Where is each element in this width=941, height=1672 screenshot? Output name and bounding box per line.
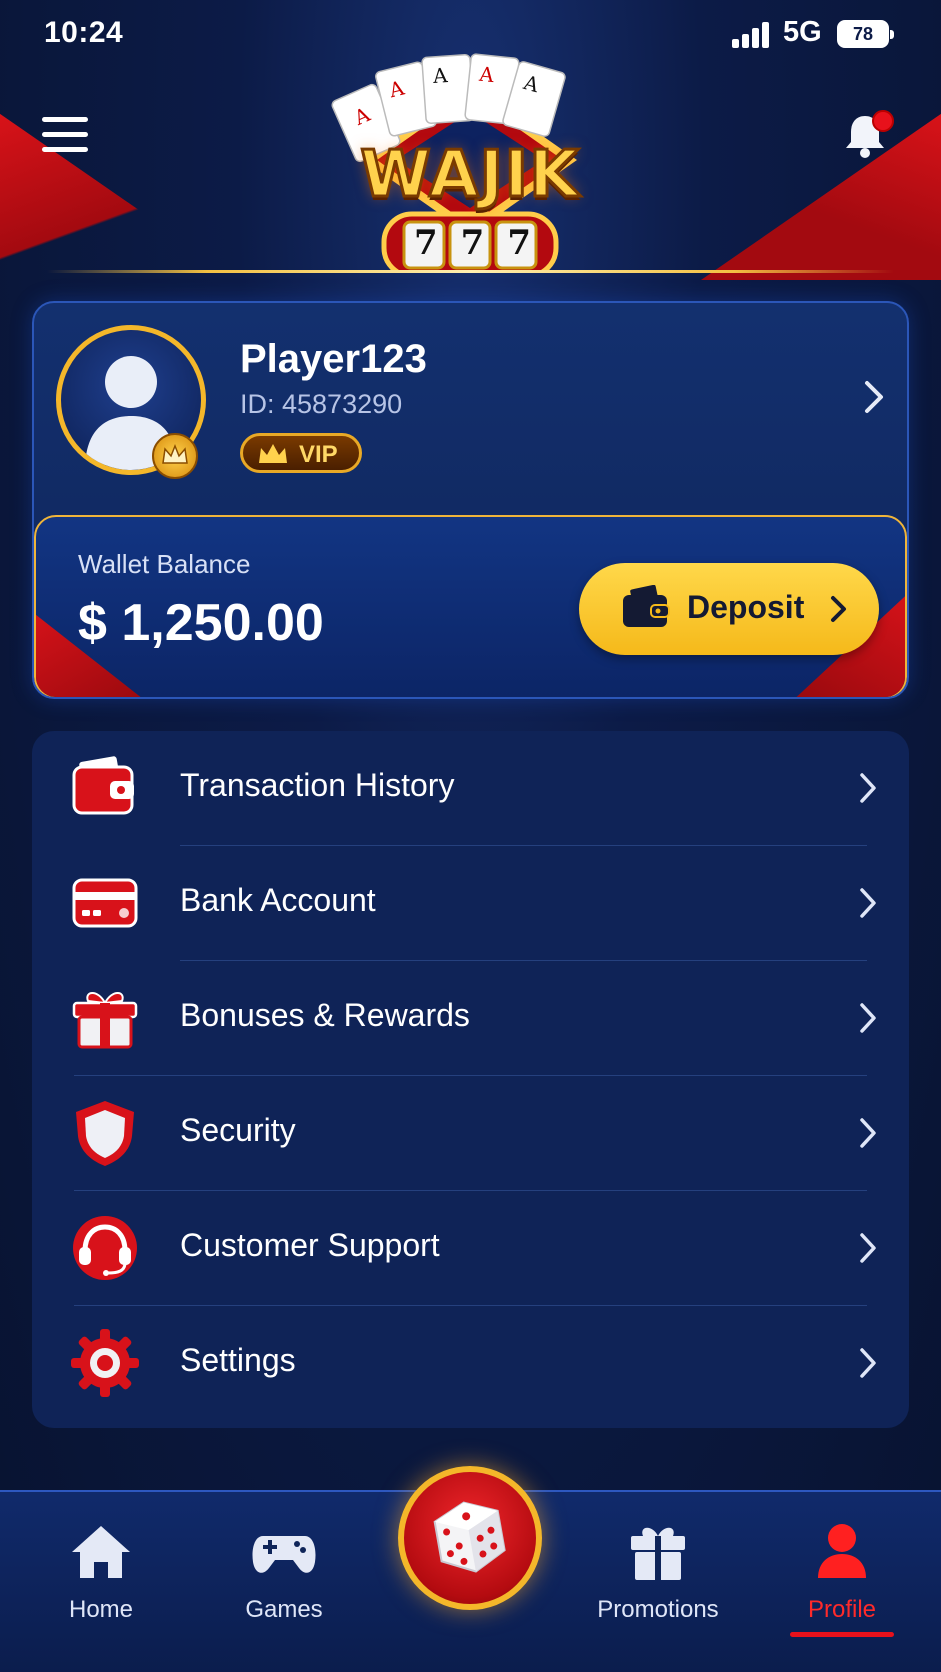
hamburger-menu-button[interactable] xyxy=(42,115,90,155)
menu-item-transaction-history[interactable]: Transaction History xyxy=(32,731,909,845)
notification-badge xyxy=(872,110,894,132)
nav-label: Games xyxy=(245,1596,323,1623)
header-ribbon-left xyxy=(0,100,240,280)
vip-label: VIP xyxy=(299,441,338,468)
menu-item-settings[interactable]: Settings xyxy=(32,1306,909,1420)
account-menu: Transaction History Bank Account Bonuses… xyxy=(32,731,909,1428)
menu-item-security[interactable]: Security xyxy=(32,1076,909,1190)
gift-icon xyxy=(72,992,138,1049)
chevron-right-icon xyxy=(831,596,846,622)
menu-item-label: Bank Account xyxy=(180,882,376,918)
wallet-balance-label: Wallet Balance xyxy=(78,549,251,579)
app-screen: 10:24 5G 78 A A A A A WAJIK 777 Player12… xyxy=(0,0,941,1672)
header-divider xyxy=(0,270,941,273)
profile-chevron-icon[interactable] xyxy=(862,377,886,417)
menu-item-bonuses-rewards[interactable]: Bonuses & Rewards xyxy=(32,961,909,1075)
chevron-right-icon xyxy=(860,1118,876,1148)
menu-item-label: Security xyxy=(180,1112,296,1148)
chevron-right-icon xyxy=(860,1348,876,1378)
wallet-panel: Wallet Balance $ 1,250.00 Deposit xyxy=(34,515,907,697)
wallet-icon xyxy=(72,756,134,815)
nav-active-indicator xyxy=(790,1632,894,1637)
user-icon xyxy=(818,1524,866,1578)
gamepad-icon xyxy=(252,1536,316,1573)
svg-text:A: A xyxy=(431,63,449,88)
chevron-right-icon xyxy=(860,773,876,803)
nav-label: Home xyxy=(68,1596,134,1623)
wallet-balance-amount: $ 1,250.00 xyxy=(78,594,324,652)
credit-card-icon xyxy=(72,878,138,928)
player-id: ID: 45873290 xyxy=(240,389,403,419)
logo-slot-numbers: 777 xyxy=(414,223,554,263)
crown-badge-icon xyxy=(152,433,198,479)
nav-home[interactable]: Home xyxy=(31,1520,171,1640)
gift-icon xyxy=(631,1527,685,1580)
dice-icon xyxy=(433,1501,506,1573)
header: A A A A A WAJIK 777 xyxy=(0,53,941,280)
nav-label: Promotions xyxy=(597,1596,719,1623)
menu-item-bank-account[interactable]: Bank Account xyxy=(32,846,909,960)
nav-games[interactable]: Games xyxy=(214,1520,354,1640)
gear-icon xyxy=(71,1329,139,1397)
deposit-button[interactable]: Deposit xyxy=(579,563,879,655)
header-ribbon-right xyxy=(701,100,941,280)
battery-icon: 78 xyxy=(837,20,894,48)
center-play-button[interactable] xyxy=(398,1466,542,1610)
chevron-right-icon xyxy=(860,1003,876,1033)
wallet-icon xyxy=(623,585,670,627)
nav-label: Profile xyxy=(807,1596,877,1623)
menu-item-label: Customer Support xyxy=(180,1227,440,1263)
vip-badge: VIP xyxy=(240,433,362,473)
deposit-label: Deposit xyxy=(687,589,805,625)
chevron-right-icon xyxy=(860,1233,876,1263)
menu-item-label: Bonuses & Rewards xyxy=(180,997,470,1033)
profile-card: Player123 ID: 45873290 VIP Wallet Balanc… xyxy=(32,301,909,699)
network-type: 5G xyxy=(783,16,822,48)
signal-icon xyxy=(732,22,772,48)
nav-promotions[interactable]: Promotions xyxy=(588,1520,728,1640)
chevron-right-icon xyxy=(860,888,876,918)
shield-icon xyxy=(76,1101,134,1166)
headset-icon xyxy=(73,1216,137,1280)
wajik-logo: A A A A A WAJIK 777 xyxy=(320,30,620,279)
status-time: 10:24 xyxy=(44,16,124,49)
menu-item-label: Transaction History xyxy=(180,767,455,803)
home-icon xyxy=(72,1526,130,1578)
player-name: Player123 xyxy=(240,337,427,381)
nav-profile[interactable]: Profile xyxy=(772,1520,912,1640)
logo-text: WAJIK xyxy=(359,137,580,214)
svg-text:A: A xyxy=(477,62,495,88)
crown-icon xyxy=(259,444,287,463)
notification-bell-button[interactable] xyxy=(840,110,894,160)
menu-item-customer-support[interactable]: Customer Support xyxy=(32,1191,909,1305)
menu-item-label: Settings xyxy=(180,1342,296,1378)
